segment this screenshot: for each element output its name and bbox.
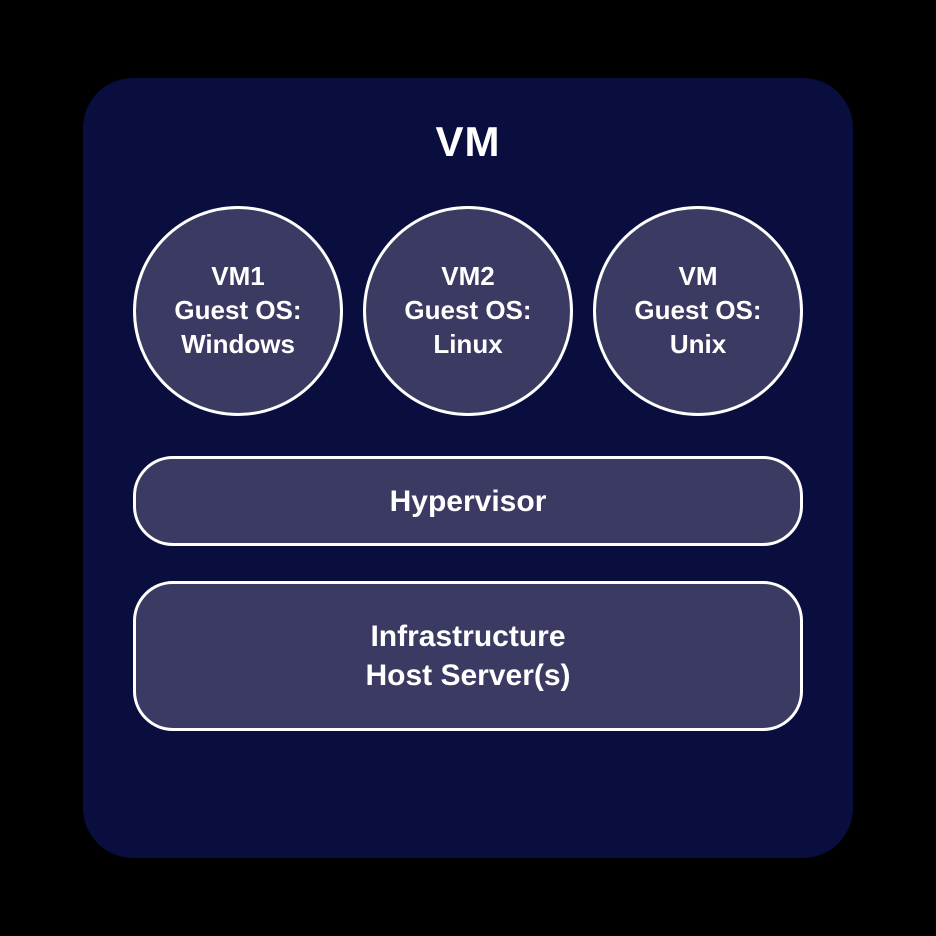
hypervisor-label: Hypervisor bbox=[390, 482, 547, 521]
infrastructure-line-2: Host Server(s) bbox=[365, 656, 570, 695]
vm-name: VM2 bbox=[441, 260, 494, 294]
vm-guest-label: Guest OS: bbox=[404, 294, 531, 328]
vm-circle-2: VM2 Guest OS: Linux bbox=[363, 206, 573, 416]
diagram-title: VM bbox=[133, 118, 803, 166]
infrastructure-line-1: Infrastructure bbox=[370, 617, 565, 656]
vm-guest-label: Guest OS: bbox=[634, 294, 761, 328]
vm-os: Unix bbox=[670, 328, 726, 362]
vm-os: Linux bbox=[433, 328, 502, 362]
vm-name: VM1 bbox=[211, 260, 264, 294]
vm-circle-3: VM Guest OS: Unix bbox=[593, 206, 803, 416]
vm-circle-1: VM1 Guest OS: Windows bbox=[133, 206, 343, 416]
vm-os: Windows bbox=[181, 328, 295, 362]
vm-name: VM bbox=[679, 260, 718, 294]
vm-guest-label: Guest OS: bbox=[174, 294, 301, 328]
vm-diagram-container: VM VM1 Guest OS: Windows VM2 Guest OS: L… bbox=[83, 78, 853, 858]
hypervisor-layer: Hypervisor bbox=[133, 456, 803, 546]
infrastructure-layer: Infrastructure Host Server(s) bbox=[133, 581, 803, 731]
vm-circles-row: VM1 Guest OS: Windows VM2 Guest OS: Linu… bbox=[133, 206, 803, 416]
